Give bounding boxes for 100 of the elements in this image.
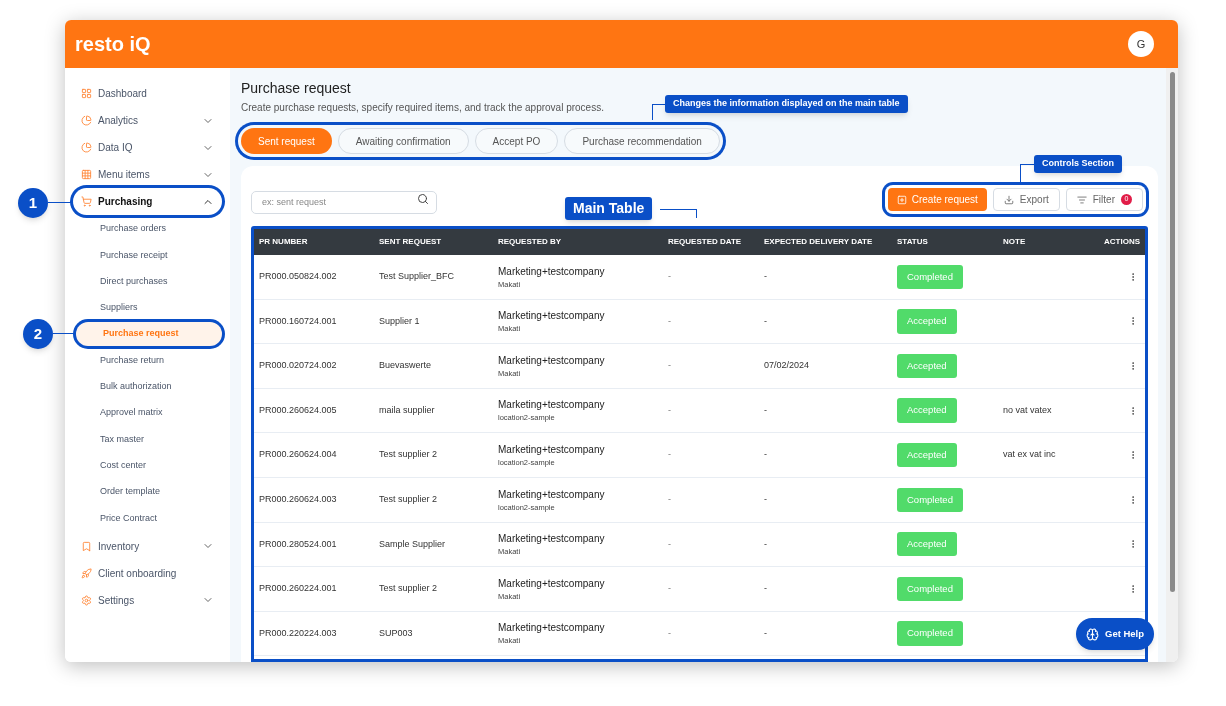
search-field[interactable]: ex: sent request bbox=[251, 190, 437, 214]
avatar[interactable]: G bbox=[1128, 31, 1154, 57]
table-cell-text: - bbox=[764, 403, 768, 417]
table-cell-text: - bbox=[668, 537, 672, 551]
brain-icon bbox=[1086, 627, 1099, 641]
status-badge: Accepted bbox=[897, 443, 957, 468]
callout-label: Changes the information displayed on the main table bbox=[665, 95, 908, 113]
table-cell-text: Marketing+testcompany bbox=[498, 487, 606, 502]
table-cell-text: - bbox=[764, 626, 768, 640]
status-badge: Accepted bbox=[897, 398, 957, 423]
table-cell-text: - bbox=[764, 493, 768, 506]
table-cell-text: Marketing+testcompany bbox=[498, 621, 606, 636]
table-cell-text: Supplier 1 bbox=[379, 314, 421, 328]
grid-icon bbox=[81, 169, 92, 180]
column-header: STATUS bbox=[897, 236, 929, 248]
leader-line bbox=[48, 202, 72, 203]
sidebar-item[interactable]: Inventory bbox=[73, 532, 222, 560]
column-header: REQUESTED BY bbox=[498, 236, 563, 248]
submenu-item[interactable]: Cost center bbox=[73, 453, 222, 478]
submenu-item[interactable]: Approvel matrix bbox=[73, 401, 222, 426]
table-cell-text: Buevaswerte bbox=[379, 359, 433, 373]
tab[interactable]: Purchase recommendation bbox=[564, 128, 720, 154]
table-cell-text: - bbox=[668, 582, 672, 596]
table-cell: no vat vatex bbox=[1003, 404, 1052, 415]
column-header: PR NUMBER bbox=[259, 236, 309, 248]
table-cell-text: Marketing+testcompany bbox=[498, 443, 606, 458]
table-cell-text: PR000.160724.001 bbox=[259, 314, 338, 328]
column-header: NOTE bbox=[1003, 236, 1027, 248]
submenu-item[interactable]: Purchase receipt bbox=[73, 243, 222, 268]
submenu-item[interactable]: Price Contract bbox=[73, 506, 222, 531]
pie-chart-icon bbox=[81, 115, 92, 126]
table-cell-text: SUP003 bbox=[379, 626, 414, 640]
sidebar-item[interactable]: Client onboarding bbox=[73, 559, 222, 587]
table-cell-text: PR000.260624.004 bbox=[259, 448, 338, 462]
table-cell-text: PR000.050824.002 bbox=[259, 270, 338, 284]
bookmark-icon bbox=[81, 540, 92, 552]
table-cell-text: Test supplier 2 bbox=[379, 493, 439, 506]
submenu-item[interactable]: Purchase return bbox=[73, 348, 222, 373]
table-cell-text: - bbox=[764, 270, 768, 284]
table-cell-text: Marketing+testcompany bbox=[498, 309, 606, 324]
table-cell-text: - bbox=[668, 403, 672, 417]
table-cell-text: maila supplier bbox=[379, 403, 436, 417]
column-header: ACTIONS bbox=[1103, 236, 1140, 248]
tab[interactable]: Awaiting confirmation bbox=[337, 128, 469, 154]
leader-line bbox=[660, 209, 697, 218]
table-cell-text: Marketing+testcompany bbox=[498, 532, 606, 547]
submenu-item[interactable]: Direct purchases bbox=[73, 269, 222, 294]
tab[interactable]: Accept PO bbox=[474, 128, 559, 154]
step-number: 2 bbox=[23, 319, 53, 349]
status-badge: Accepted bbox=[897, 353, 957, 379]
table-cell: vat ex vat inc bbox=[1003, 449, 1056, 460]
table-cell-text: - bbox=[668, 448, 672, 462]
table-cell-text: - bbox=[764, 314, 768, 328]
table-cell-text: - bbox=[764, 582, 768, 596]
status-badge: Completed bbox=[897, 264, 963, 289]
submenu-item[interactable]: Suppliers bbox=[73, 295, 222, 320]
table-cell-text: PR000.260624.005 bbox=[259, 403, 338, 417]
submenu-item[interactable]: Order template bbox=[73, 479, 222, 504]
scrollbar[interactable] bbox=[1166, 68, 1178, 662]
help-button[interactable]: Get Help bbox=[1076, 618, 1155, 650]
leader-line bbox=[53, 333, 76, 334]
table-cell-text: 07/02/2024 bbox=[764, 359, 811, 373]
rocket-icon bbox=[81, 567, 92, 579]
page-subtitle: Create purchase requests, specify required items, and track the approval process. bbox=[241, 101, 604, 115]
submenu-item[interactable]: Tax master bbox=[73, 427, 222, 452]
sidebar-item[interactable]: Dashboard bbox=[73, 80, 222, 107]
step-number: 1 bbox=[18, 188, 48, 218]
download-icon bbox=[1003, 194, 1014, 205]
table-cell-text: - bbox=[764, 448, 768, 462]
sidebar-item[interactable]: Settings bbox=[73, 586, 222, 614]
submenu-item[interactable]: Purchase orders bbox=[73, 217, 222, 241]
status-badge: Completed bbox=[897, 576, 963, 602]
table-cell-text: Marketing+testcompany bbox=[498, 576, 606, 591]
submenu-item[interactable]: Bulk authorization bbox=[73, 374, 222, 399]
settings-icon bbox=[81, 594, 92, 606]
pie-chart-icon bbox=[81, 142, 92, 153]
filter-icon bbox=[1076, 194, 1087, 205]
page-title: Purchase request bbox=[241, 79, 352, 97]
table-cell-text: PR000.260224.001 bbox=[259, 582, 338, 596]
status-badge: Accepted bbox=[897, 532, 957, 557]
export-button[interactable]: Export bbox=[992, 188, 1060, 211]
status-badge: Completed bbox=[897, 621, 963, 646]
sidebar-item[interactable]: Menu items bbox=[73, 161, 222, 188]
sidebar-item[interactable]: Analytics bbox=[73, 107, 222, 134]
plus-icon bbox=[896, 194, 907, 205]
search-icon[interactable] bbox=[417, 193, 429, 205]
sidebar-item[interactable]: Data IQ bbox=[73, 134, 222, 161]
table-cell-text: Marketing+testcompany bbox=[498, 264, 606, 279]
grid-icon bbox=[81, 88, 92, 99]
column-header: SENT REQUEST bbox=[379, 236, 443, 248]
cart-icon bbox=[81, 196, 92, 207]
table-cell-text: PR000.260624.003 bbox=[259, 493, 338, 506]
table-cell-text: Test supplier 2 bbox=[379, 448, 439, 462]
callout-label: Main Table bbox=[565, 197, 653, 220]
sidebar-item[interactable]: Purchasing bbox=[73, 188, 222, 215]
table-cell-text: Sample Supplier bbox=[379, 537, 447, 551]
table-cell-text: - bbox=[764, 537, 768, 551]
table-cell-text: Test supplier 2 bbox=[379, 582, 439, 596]
table-cell-text: Marketing+testcompany bbox=[498, 353, 606, 368]
table-cell-text: PR000.220224.003 bbox=[259, 626, 338, 640]
